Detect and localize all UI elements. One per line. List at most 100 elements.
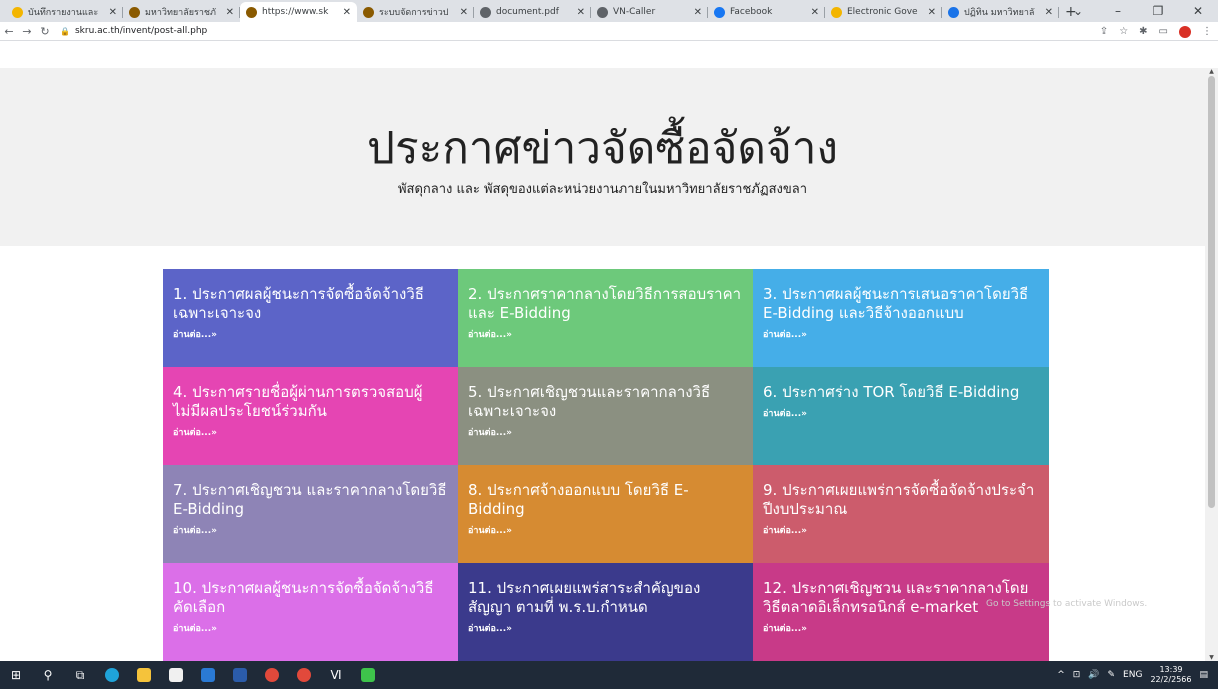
browser-tab[interactable]: document.pdf ✕	[474, 2, 591, 22]
announcement-card[interactable]: 5. ประกาศเชิญชวนและราคากลางวิธีเฉพาะเจาะ…	[458, 367, 753, 465]
read-more-link[interactable]: อ่านต่อ...»	[173, 327, 448, 341]
network-icon[interactable]: ⊡	[1073, 670, 1081, 680]
tray-chevron-icon[interactable]: ^	[1057, 670, 1065, 680]
chrome-icon[interactable]	[260, 665, 284, 685]
announcement-card[interactable]: 8. ประกาศจ้างออกแบบ โดยวิธี E-Bidding อ่า…	[458, 465, 753, 563]
scrollbar[interactable]: ▲ ▼	[1205, 68, 1218, 661]
tab-close-icon[interactable]: ✕	[109, 7, 117, 18]
tab-favicon-icon	[129, 6, 140, 18]
url-text[interactable]: skru.ac.th/invent/post-all.php	[75, 26, 207, 36]
announcement-card[interactable]: 6. ประกาศร่าง TOR โดยวิธี E-Bidding อ่านต…	[753, 367, 1049, 465]
lock-icon[interactable]: 🔒	[60, 27, 70, 36]
announcement-card[interactable]: 10. ประกาศผลผู้ชนะการจัดซื้อจัดจ้างวิธีค…	[163, 563, 458, 661]
file-explorer-icon[interactable]	[132, 665, 156, 685]
tab-title: บันทึกรายงานและ	[28, 8, 99, 18]
tab-close-icon[interactable]: ✕	[928, 7, 936, 18]
card-title[interactable]: 10. ประกาศผลผู้ชนะการจัดซื้อจัดจ้างวิธีค…	[173, 579, 448, 617]
tab-close-icon[interactable]: ✕	[811, 7, 819, 18]
scroll-thumb[interactable]	[1208, 76, 1215, 508]
card-title[interactable]: 5. ประกาศเชิญชวนและราคากลางวิธีเฉพาะเจาะ…	[468, 383, 743, 421]
pen-icon[interactable]: ✎	[1108, 670, 1116, 680]
browser-tab[interactable]: Facebook ✕	[708, 2, 825, 22]
read-more-link[interactable]: อ่านต่อ...»	[173, 621, 448, 635]
tab-favicon-icon	[714, 6, 725, 18]
tab-close-icon[interactable]: ✕	[343, 7, 351, 18]
tab-close-icon[interactable]: ✕	[1045, 7, 1053, 18]
share-icon[interactable]: ⇪	[1100, 26, 1108, 37]
announcement-card[interactable]: 1. ประกาศผลผู้ชนะการจัดซื้อจัดจ้างวิธีเฉ…	[163, 269, 458, 367]
read-more-link[interactable]: อ่านต่อ...»	[173, 523, 448, 537]
address-bar[interactable]: 🔒 skru.ac.th/invent/post-all.php	[60, 26, 207, 36]
back-button[interactable]: ←	[0, 25, 18, 38]
tab-search-icon[interactable]: ⌄	[1058, 0, 1098, 22]
read-more-link[interactable]: อ่านต่อ...»	[763, 523, 1039, 537]
card-title[interactable]: 11. ประกาศเผยแพร่สาระสำคัญของสัญญา ตามที…	[468, 579, 743, 617]
card-title[interactable]: 2. ประกาศราคากลางโดยวิธีการสอบราคา และ E…	[468, 285, 743, 323]
app-w-icon[interactable]: Ⅵ	[324, 665, 348, 685]
language-indicator[interactable]: ENG	[1123, 670, 1142, 680]
store-icon[interactable]	[164, 665, 188, 685]
browser-tab[interactable]: มหาวิทยาลัยราชภั ✕	[123, 2, 240, 22]
tab-close-icon[interactable]: ✕	[577, 7, 585, 18]
notification-icon[interactable]: ▤	[1199, 670, 1208, 680]
card-title[interactable]: 7. ประกาศเชิญชวน และราคากลางโดยวิธี E-Bi…	[173, 481, 448, 519]
line-icon[interactable]	[356, 665, 380, 685]
card-title[interactable]: 8. ประกาศจ้างออกแบบ โดยวิธี E-Bidding	[468, 481, 743, 519]
scroll-up-icon[interactable]: ▲	[1205, 68, 1218, 75]
read-more-link[interactable]: อ่านต่อ...»	[468, 425, 743, 439]
word-icon[interactable]	[228, 665, 252, 685]
forward-button[interactable]: →	[18, 25, 36, 38]
scroll-down-icon[interactable]: ▼	[1205, 654, 1218, 661]
edge-icon[interactable]	[100, 665, 124, 685]
browser-tab[interactable]: ปฏิทิน มหาวิทยาลั ✕	[942, 2, 1059, 22]
restore-button[interactable]: ❐	[1138, 0, 1178, 22]
read-more-link[interactable]: อ่านต่อ...»	[468, 621, 743, 635]
read-more-link[interactable]: อ่านต่อ...»	[763, 621, 1039, 635]
tab-close-icon[interactable]: ✕	[226, 7, 234, 18]
bookmark-star-icon[interactable]: ☆	[1119, 26, 1128, 37]
tab-close-icon[interactable]: ✕	[460, 7, 468, 18]
start-icon[interactable]: ⊞	[4, 665, 28, 685]
read-more-link[interactable]: อ่านต่อ...»	[763, 406, 1039, 420]
browser-tab[interactable]: VN-Caller ✕	[591, 2, 708, 22]
announcement-card[interactable]: 9. ประกาศเผยแพร่การจัดซื้อจัดจ้างประจำปี…	[753, 465, 1049, 563]
reload-button[interactable]: ↻	[36, 25, 54, 38]
card-title[interactable]: 6. ประกาศร่าง TOR โดยวิธี E-Bidding	[763, 383, 1039, 402]
browser-tab[interactable]: ระบบจัดการข่าวป ✕	[357, 2, 474, 22]
menu-icon[interactable]: ⋮	[1202, 26, 1212, 37]
read-more-link[interactable]: อ่านต่อ...»	[763, 327, 1039, 341]
chrome-icon-2[interactable]	[292, 665, 316, 685]
hero-section: ประกาศข่าวจัดซื้อจัดจ้าง พัสดุกลาง และ พ…	[0, 68, 1205, 246]
card-title[interactable]: 4. ประกาศรายชื่อผู้ผ่านการตรวจสอบผู้ไม่ม…	[173, 383, 448, 421]
mail-icon[interactable]	[196, 665, 220, 685]
browser-tab[interactable]: Electronic Gove ✕	[825, 2, 942, 22]
card-title[interactable]: 12. ประกาศเชิญชวน และราคากลางโดยวิธีตลาด…	[763, 579, 1039, 617]
announcement-card[interactable]: 12. ประกาศเชิญชวน และราคากลางโดยวิธีตลาด…	[753, 563, 1049, 661]
read-more-link[interactable]: อ่านต่อ...»	[468, 523, 743, 537]
minimize-button[interactable]: –	[1098, 0, 1138, 22]
tab-list: บันทึกรายงานและ ✕ มหาวิทยาลัยราชภั ✕ https:/…	[6, 2, 1059, 22]
close-window-button[interactable]: ✕	[1178, 0, 1218, 22]
read-more-link[interactable]: อ่านต่อ...»	[468, 327, 743, 341]
search-icon[interactable]: ⚲	[36, 665, 60, 685]
card-title[interactable]: 3. ประกาศผลผู้ชนะการเสนอราคาโดยวิธี E-Bi…	[763, 285, 1039, 323]
card-title[interactable]: 1. ประกาศผลผู้ชนะการจัดซื้อจัดจ้างวิธีเฉ…	[173, 285, 448, 323]
announcement-card[interactable]: 7. ประกาศเชิญชวน และราคากลางโดยวิธี E-Bi…	[163, 465, 458, 563]
announcement-card[interactable]: 3. ประกาศผลผู้ชนะการเสนอราคาโดยวิธี E-Bi…	[753, 269, 1049, 367]
clock[interactable]: 13:39 22/2/2566	[1150, 665, 1191, 685]
tab-title: document.pdf	[496, 7, 559, 17]
announcement-card[interactable]: 11. ประกาศเผยแพร่สาระสำคัญของสัญญา ตามที…	[458, 563, 753, 661]
browser-tab[interactable]: บันทึกรายงานและ ✕	[6, 2, 123, 22]
announcement-card[interactable]: 4. ประกาศรายชื่อผู้ผ่านการตรวจสอบผู้ไม่ม…	[163, 367, 458, 465]
extensions-icon[interactable]: ✱	[1139, 26, 1147, 37]
announcement-card[interactable]: 2. ประกาศราคากลางโดยวิธีการสอบราคา และ E…	[458, 269, 753, 367]
browser-tab[interactable]: https://www.sk ✕	[240, 2, 357, 22]
side-panel-icon[interactable]: ▭	[1159, 26, 1168, 37]
system-tray: ^ ⊡ 🔊 ✎ ENG 13:39 22/2/2566 ▤	[1057, 661, 1218, 689]
card-title[interactable]: 9. ประกาศเผยแพร่การจัดซื้อจัดจ้างประจำปี…	[763, 481, 1039, 519]
profile-avatar[interactable]	[1179, 25, 1191, 38]
tab-close-icon[interactable]: ✕	[694, 7, 702, 18]
task-view-icon[interactable]: ⧉	[68, 665, 92, 685]
read-more-link[interactable]: อ่านต่อ...»	[173, 425, 448, 439]
volume-icon[interactable]: 🔊	[1088, 670, 1099, 680]
